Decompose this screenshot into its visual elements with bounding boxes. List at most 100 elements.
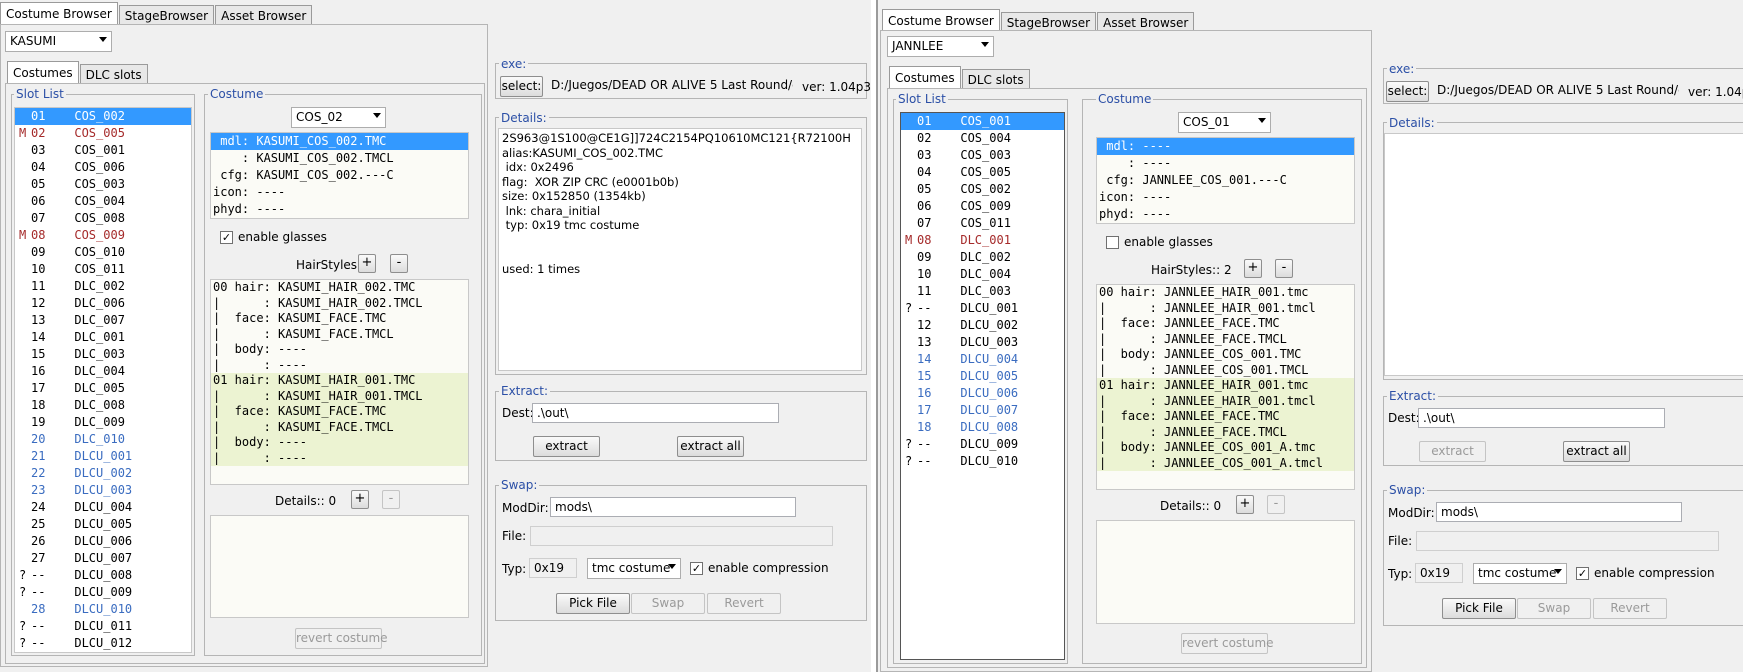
slot-row[interactable]: 28 DLCU_010 xyxy=(15,601,191,618)
slot-row[interactable]: 16 DLC_004 xyxy=(15,363,191,380)
slot-row[interactable]: 18 DLC_008 xyxy=(15,397,191,414)
character-select[interactable]: KASUMI xyxy=(5,31,112,52)
remove-detail-button[interactable]: - xyxy=(382,490,400,509)
revert-costume-button[interactable]: revert costume xyxy=(1181,633,1274,654)
slot-row[interactable]: 17 DLC_005 xyxy=(15,380,191,397)
slot-row[interactable]: 25 DLCU_005 xyxy=(15,516,191,533)
details-list[interactable] xyxy=(210,515,469,618)
slot-row[interactable]: 13 DLC_007 xyxy=(15,312,191,329)
slot-row[interactable]: 11 DLC_002 xyxy=(15,278,191,295)
slot-row[interactable]: 22 DLCU_002 xyxy=(15,465,191,482)
hairstyle-line[interactable]: | : ---- xyxy=(211,450,468,466)
character-select[interactable]: JANNLEE xyxy=(887,36,994,57)
slot-row[interactable]: 17 DLCU_007 xyxy=(901,402,1064,419)
tab-dlc-slots[interactable]: DLC slots xyxy=(79,64,148,83)
costume-file-line[interactable]: : KASUMI_COS_002.TMCL xyxy=(211,150,468,167)
costume-files-list[interactable]: mdl: ---- : ---- cfg: JANNLEE_COS_001.--… xyxy=(1096,137,1355,224)
slot-row[interactable]: M 08 COS_009 xyxy=(15,227,191,244)
slot-row[interactable]: ? -- DLCU_012 xyxy=(15,635,191,652)
slot-row[interactable]: 15 DLC_003 xyxy=(15,346,191,363)
pick-file-button[interactable]: Pick File xyxy=(556,593,630,614)
hairstyle-line[interactable]: | face: JANNLEE_FACE.TMC xyxy=(1097,316,1354,332)
slot-row[interactable]: 07 COS_008 xyxy=(15,210,191,227)
slot-row[interactable]: 10 COS_011 xyxy=(15,261,191,278)
slot-row[interactable]: 01 COS_002 xyxy=(15,108,191,125)
slot-row[interactable]: 03 COS_003 xyxy=(901,147,1064,164)
slot-row[interactable]: 14 DLCU_004 xyxy=(901,351,1064,368)
tab-costume-browser[interactable]: Costume Browser xyxy=(0,2,118,24)
hairstyle-line[interactable]: | body: ---- xyxy=(211,435,468,451)
slot-row[interactable]: 15 DLCU_005 xyxy=(901,368,1064,385)
remove-hairstyle-button[interactable]: - xyxy=(1275,259,1293,278)
slot-row[interactable]: 26 DLCU_006 xyxy=(15,533,191,550)
costume-select[interactable]: COS_01 xyxy=(1178,112,1271,133)
remove-hairstyle-button[interactable]: - xyxy=(390,254,408,273)
revert-costume-button[interactable]: revert costume xyxy=(295,628,388,649)
slot-row[interactable]: 14 DLC_001 xyxy=(15,329,191,346)
slot-row[interactable]: 02 COS_004 xyxy=(901,130,1064,147)
add-hairstyle-button[interactable]: + xyxy=(1244,259,1262,278)
slot-row[interactable]: 24 DLCU_004 xyxy=(15,499,191,516)
hairstyle-line[interactable]: | : JANNLEE_FACE.TMCL xyxy=(1097,424,1354,440)
remove-detail-button[interactable]: - xyxy=(1267,495,1285,514)
slot-row[interactable]: 18 DLCU_008 xyxy=(901,419,1064,436)
slot-row[interactable]: 16 DLCU_006 xyxy=(901,385,1064,402)
hairstyle-line[interactable]: | : KASUMI_HAIR_001.TMCL xyxy=(211,388,468,404)
dest-input[interactable]: .\out\ xyxy=(1418,408,1665,428)
file-input[interactable] xyxy=(1416,531,1719,551)
hairstyle-line[interactable]: | : KASUMI_FACE.TMCL xyxy=(211,327,468,343)
tab-stage-browser[interactable]: StageBrowser xyxy=(118,5,215,24)
costume-file-line[interactable]: icon: ---- xyxy=(1097,189,1354,206)
slot-row[interactable]: 01 COS_001 xyxy=(901,113,1064,130)
hairstyles-list[interactable]: 00 hair: KASUMI_HAIR_002.TMC | : KASUMI_H… xyxy=(210,279,469,485)
hairstyle-line[interactable]: | : JANNLEE_HAIR_001.tmcl xyxy=(1097,393,1354,409)
costume-select[interactable]: COS_02 xyxy=(291,107,386,128)
moddir-input[interactable]: mods\ xyxy=(550,497,796,517)
slot-row[interactable]: 12 DLCU_002 xyxy=(901,317,1064,334)
details-list[interactable] xyxy=(1096,520,1355,624)
hairstyle-line[interactable]: | : KASUMI_FACE.TMCL xyxy=(211,419,468,435)
tab-asset-browser[interactable]: Asset Browser xyxy=(1097,12,1195,31)
slot-row[interactable]: ? -- DLCU_008 xyxy=(15,567,191,584)
tab-costume-browser[interactable]: Costume Browser xyxy=(882,9,1000,31)
tab-costumes[interactable]: Costumes xyxy=(889,66,961,88)
hairstyles-list[interactable]: 00 hair: JANNLEE_HAIR_001.tmc | : JANNLEE… xyxy=(1096,284,1355,490)
costume-file-line[interactable]: mdl: ---- xyxy=(1097,138,1354,155)
swap-button[interactable]: Swap xyxy=(1517,598,1591,619)
slot-row[interactable]: ? -- DLCU_011 xyxy=(15,618,191,635)
hairstyle-line[interactable]: | body: ---- xyxy=(211,342,468,358)
extract-all-button[interactable]: extract all xyxy=(1563,441,1630,462)
hairstyle-line[interactable]: | : JANNLEE_HAIR_001.tmcl xyxy=(1097,301,1354,317)
tab-costumes[interactable]: Costumes xyxy=(7,61,79,83)
hairstyle-line[interactable]: 00 hair: JANNLEE_HAIR_001.tmc xyxy=(1097,285,1354,301)
add-detail-button[interactable]: + xyxy=(1236,495,1254,514)
add-detail-button[interactable]: + xyxy=(351,490,369,509)
slot-row[interactable]: 04 COS_005 xyxy=(901,164,1064,181)
slot-row[interactable]: ? -- DLCU_009 xyxy=(15,584,191,601)
typ-select[interactable]: tmc costume xyxy=(587,558,681,579)
enable-glasses-checkbox[interactable] xyxy=(1106,236,1119,249)
costume-file-line[interactable]: phyd: ---- xyxy=(1097,206,1354,223)
costume-files-list[interactable]: mdl: KASUMI_COS_002.TMC : KASUMI_COS_002… xyxy=(210,132,469,219)
pick-file-button[interactable]: Pick File xyxy=(1442,598,1516,619)
moddir-input[interactable]: mods\ xyxy=(1436,502,1682,522)
costume-file-line[interactable]: cfg: JANNLEE_COS_001.---C xyxy=(1097,172,1354,189)
slot-row[interactable]: 06 COS_009 xyxy=(901,198,1064,215)
select-exe-button[interactable]: select: xyxy=(1386,81,1429,102)
slot-row[interactable]: 27 DLCU_007 xyxy=(15,550,191,567)
typ-select[interactable]: tmc costume xyxy=(1473,563,1567,584)
extract-all-button[interactable]: extract all xyxy=(677,436,744,457)
slot-list[interactable]: 01 COS_002 M 02 COS_005 03 COS_001 04 COS_00… xyxy=(14,107,192,653)
hairstyle-line[interactable]: | : JANNLEE_FACE.TMCL xyxy=(1097,332,1354,348)
hairstyle-line[interactable]: 01 hair: JANNLEE_HAIR_001.tmc xyxy=(1097,378,1354,394)
slot-row[interactable]: 09 COS_010 xyxy=(15,244,191,261)
revert-button[interactable]: Revert xyxy=(1593,598,1667,619)
slot-row[interactable]: 05 COS_002 xyxy=(901,181,1064,198)
add-hairstyle-button[interactable]: + xyxy=(358,254,376,273)
slot-row[interactable]: M 08 DLC_001 xyxy=(901,232,1064,249)
hairstyle-line[interactable]: | face: KASUMI_FACE.TMC xyxy=(211,404,468,420)
costume-file-line[interactable]: phyd: ---- xyxy=(211,201,468,218)
slot-row[interactable]: 03 COS_001 xyxy=(15,142,191,159)
revert-button[interactable]: Revert xyxy=(707,593,781,614)
costume-file-line[interactable]: cfg: KASUMI_COS_002.---C xyxy=(211,167,468,184)
